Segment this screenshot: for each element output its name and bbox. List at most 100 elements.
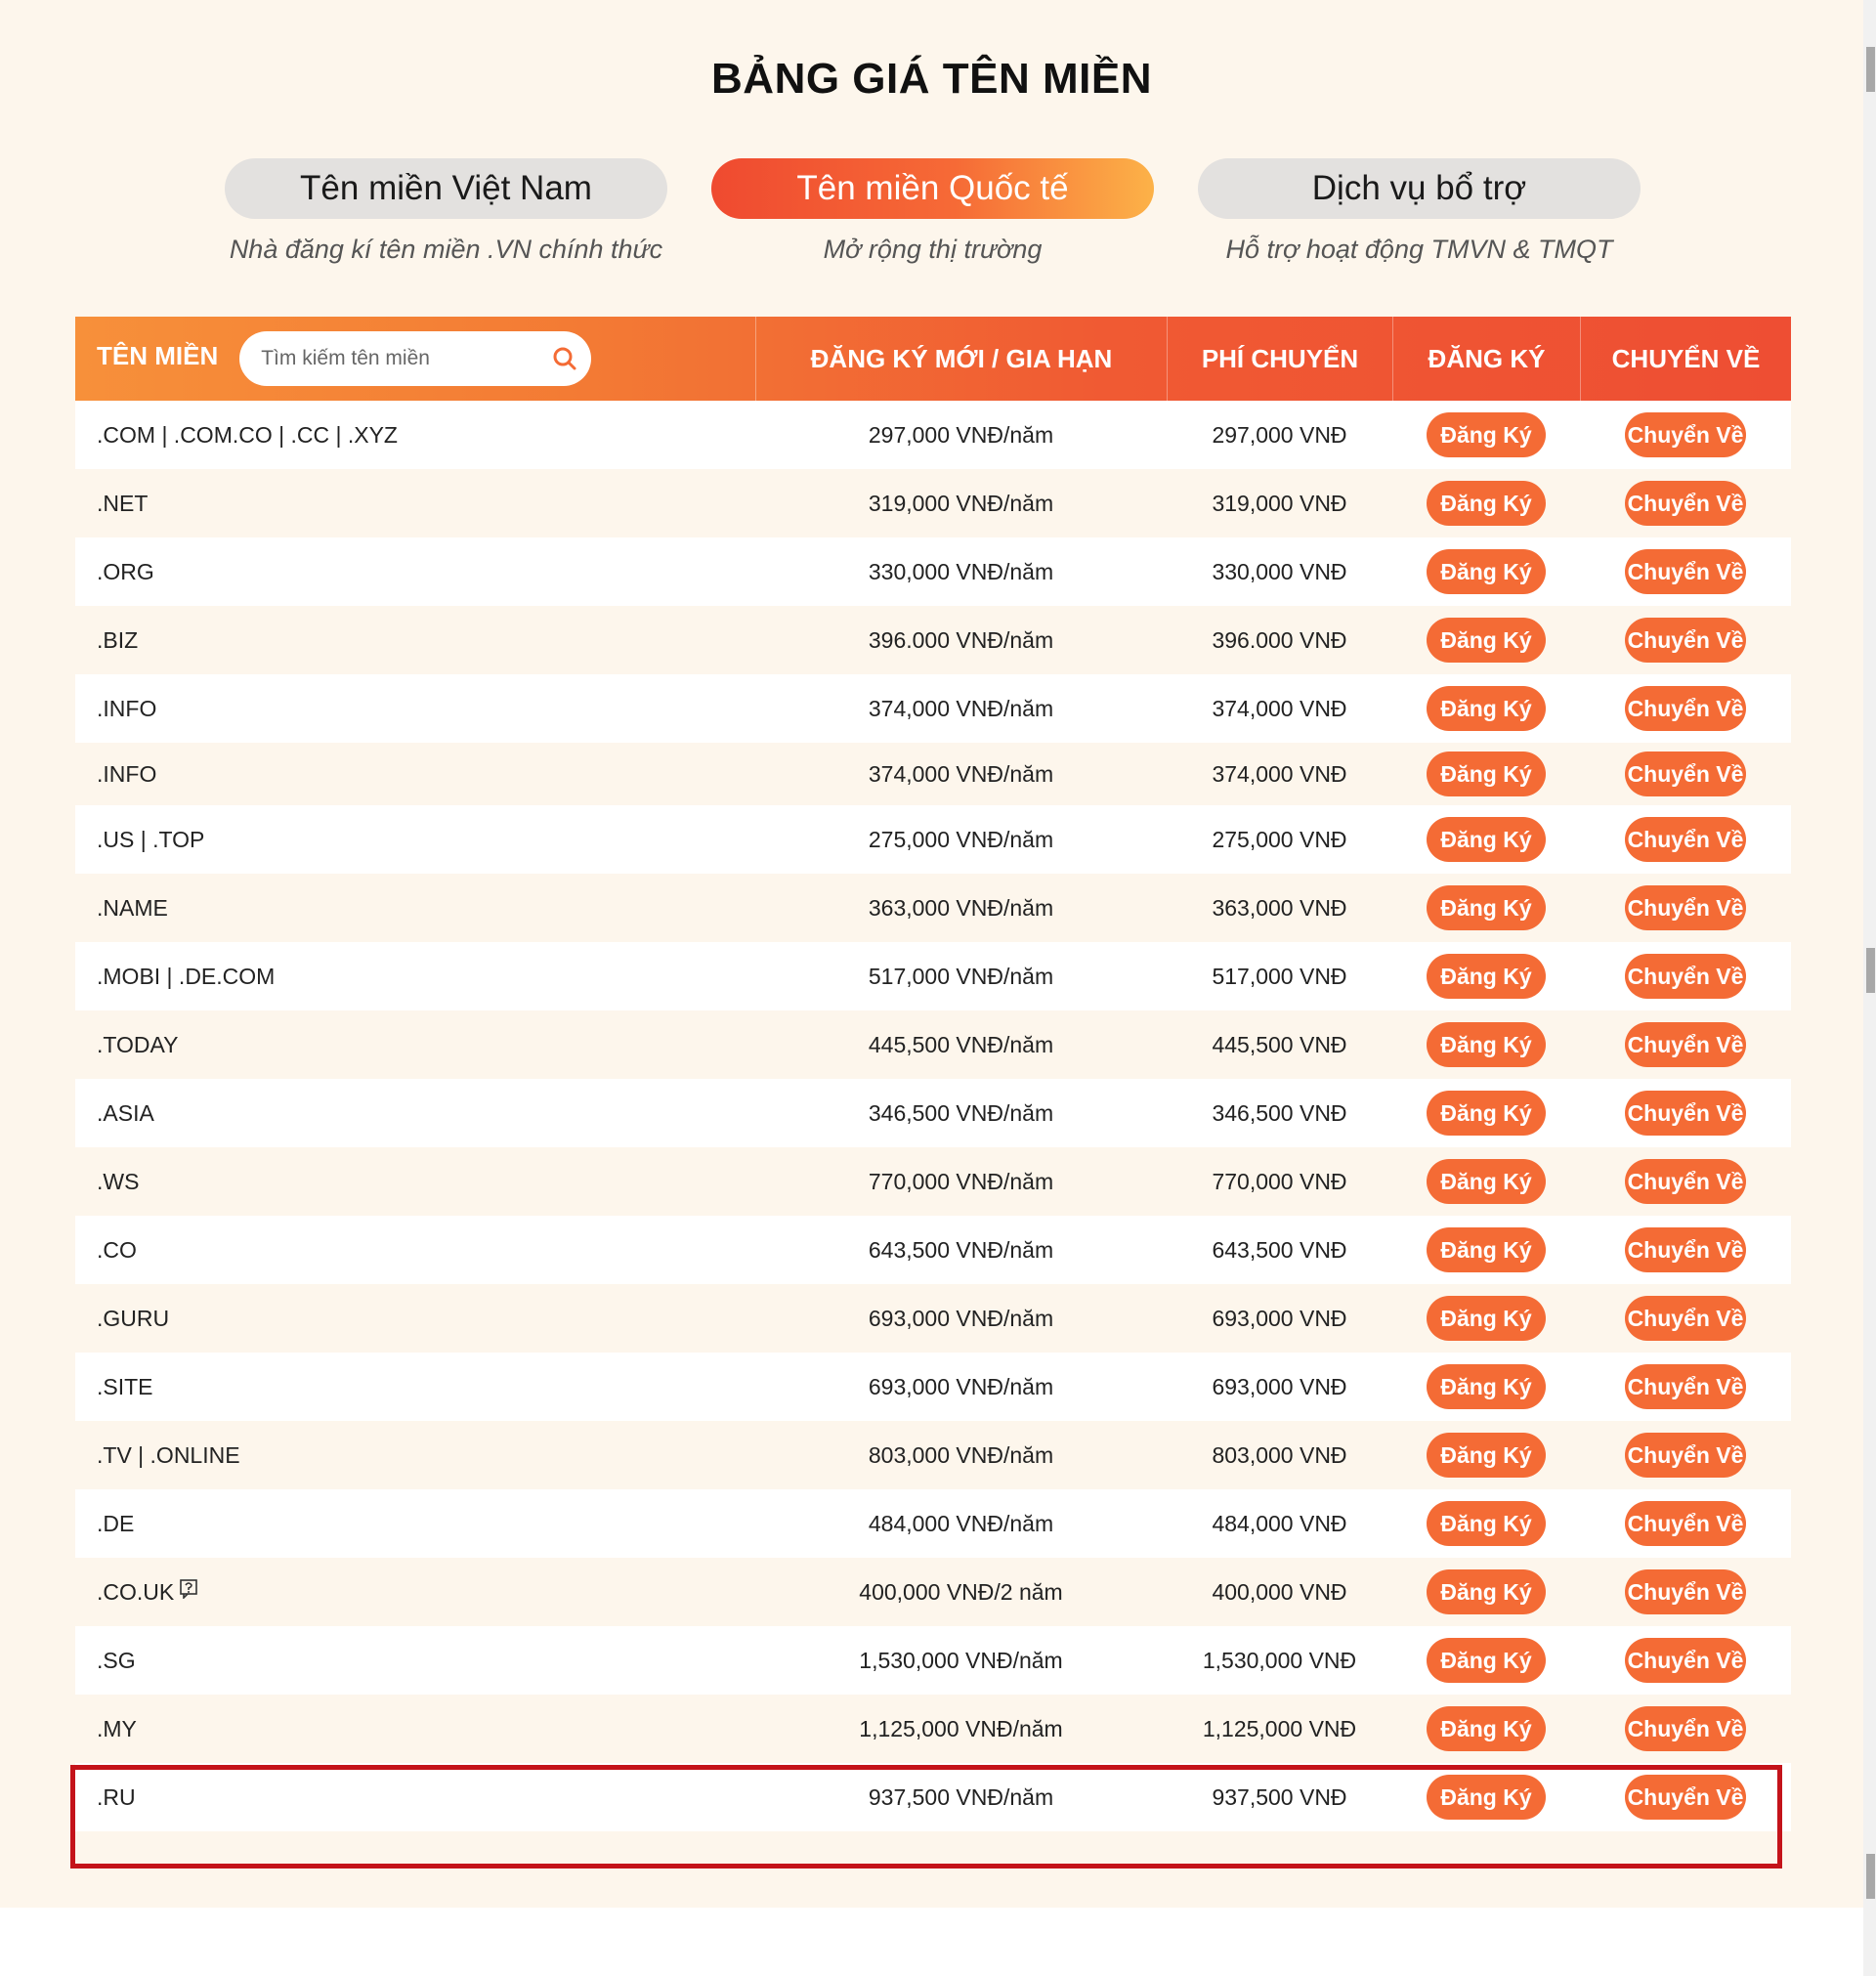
register-cell: Đăng Ký bbox=[1392, 817, 1580, 862]
tab-support-services[interactable]: Dịch vụ bổ trợ bbox=[1198, 158, 1641, 219]
domain-cell: .GURU bbox=[75, 1306, 755, 1332]
register-button[interactable]: Đăng Ký bbox=[1427, 412, 1546, 457]
register-button[interactable]: Đăng Ký bbox=[1427, 1227, 1546, 1272]
table-row: .DE484,000 VNĐ/năm484,000 VNĐĐăng KýChuy… bbox=[75, 1489, 1791, 1558]
domain-cell: .MY bbox=[75, 1716, 755, 1742]
transfer-button[interactable]: Chuyển Về bbox=[1625, 1638, 1746, 1683]
transfer-button[interactable]: Chuyển Về bbox=[1625, 481, 1746, 526]
header-transfer: CHUYỂN VỀ bbox=[1580, 317, 1791, 401]
domain-cell: .CO.UK bbox=[75, 1579, 755, 1606]
transfer-cell: Chuyển Về bbox=[1580, 1638, 1791, 1683]
domain-cell: .WS bbox=[75, 1169, 755, 1195]
price-cell: 400,000 VNĐ/2 năm bbox=[755, 1579, 1167, 1606]
transfer-fee-cell: 275,000 VNĐ bbox=[1167, 827, 1392, 853]
search-input[interactable] bbox=[239, 347, 533, 370]
transfer-button[interactable]: Chuyển Về bbox=[1625, 1775, 1746, 1820]
register-button[interactable]: Đăng Ký bbox=[1427, 885, 1546, 930]
search-box bbox=[239, 331, 591, 386]
scroll-marker bbox=[1866, 948, 1875, 993]
transfer-button[interactable]: Chuyển Về bbox=[1625, 1433, 1746, 1478]
register-cell: Đăng Ký bbox=[1392, 481, 1580, 526]
table-row: .ORG330,000 VNĐ/năm330,000 VNĐĐăng KýChu… bbox=[75, 537, 1791, 606]
tab-vietnam-domains[interactable]: Tên miền Việt Nam bbox=[225, 158, 667, 219]
register-button[interactable]: Đăng Ký bbox=[1427, 549, 1546, 594]
register-button[interactable]: Đăng Ký bbox=[1427, 1569, 1546, 1614]
transfer-fee-cell: 363,000 VNĐ bbox=[1167, 895, 1392, 922]
register-button[interactable]: Đăng Ký bbox=[1427, 1091, 1546, 1136]
register-cell: Đăng Ký bbox=[1392, 1091, 1580, 1136]
transfer-button[interactable]: Chuyển Về bbox=[1625, 412, 1746, 457]
transfer-fee-cell: 396.000 VNĐ bbox=[1167, 627, 1392, 654]
tab-subtitle: Hỗ trợ hoạt động TMVN & TMQT bbox=[1198, 235, 1641, 265]
transfer-button[interactable]: Chuyển Về bbox=[1625, 686, 1746, 731]
domain-cell: .SITE bbox=[75, 1374, 755, 1400]
register-button[interactable]: Đăng Ký bbox=[1427, 752, 1546, 796]
register-button[interactable]: Đăng Ký bbox=[1427, 686, 1546, 731]
register-button[interactable]: Đăng Ký bbox=[1427, 1706, 1546, 1751]
price-cell: 396.000 VNĐ/năm bbox=[755, 627, 1167, 654]
register-button[interactable]: Đăng Ký bbox=[1427, 1022, 1546, 1067]
transfer-button[interactable]: Chuyển Về bbox=[1625, 1159, 1746, 1204]
price-cell: 693,000 VNĐ/năm bbox=[755, 1374, 1167, 1400]
register-button[interactable]: Đăng Ký bbox=[1427, 1364, 1546, 1409]
domain-cell: .MOBI | .DE.COM bbox=[75, 964, 755, 990]
page-title: BẢNG GIÁ TÊN MIỀN bbox=[0, 55, 1863, 104]
transfer-button[interactable]: Chuyển Về bbox=[1625, 1364, 1746, 1409]
price-cell: 937,500 VNĐ/năm bbox=[755, 1784, 1167, 1811]
register-button[interactable]: Đăng Ký bbox=[1427, 618, 1546, 663]
transfer-button[interactable]: Chuyển Về bbox=[1625, 1569, 1746, 1614]
transfer-button[interactable]: Chuyển Về bbox=[1625, 1091, 1746, 1136]
table-header: TÊN MIỀN ĐĂNG KÝ MỚI / GIA HẠN PHÍ CHUYỂ… bbox=[75, 317, 1791, 401]
register-button[interactable]: Đăng Ký bbox=[1427, 954, 1546, 999]
transfer-button[interactable]: Chuyển Về bbox=[1625, 817, 1746, 862]
scrollbar[interactable] bbox=[1863, 0, 1876, 1976]
domain-price-table: TÊN MIỀN ĐĂNG KÝ MỚI / GIA HẠN PHÍ CHUYỂ… bbox=[75, 317, 1791, 1831]
transfer-button[interactable]: Chuyển Về bbox=[1625, 549, 1746, 594]
transfer-button[interactable]: Chuyển Về bbox=[1625, 1501, 1746, 1546]
transfer-button[interactable]: Chuyển Về bbox=[1625, 1706, 1746, 1751]
transfer-cell: Chuyển Về bbox=[1580, 752, 1791, 796]
register-button[interactable]: Đăng Ký bbox=[1427, 1775, 1546, 1820]
search-icon[interactable] bbox=[552, 346, 577, 371]
page-background: BẢNG GIÁ TÊN MIỀN Tên miền Việt Nam Nhà … bbox=[0, 0, 1863, 1908]
register-cell: Đăng Ký bbox=[1392, 1706, 1580, 1751]
transfer-button[interactable]: Chuyển Về bbox=[1625, 1227, 1746, 1272]
table-row: .TV | .ONLINE803,000 VNĐ/năm803,000 VNĐĐ… bbox=[75, 1421, 1791, 1489]
transfer-button[interactable]: Chuyển Về bbox=[1625, 954, 1746, 999]
transfer-button[interactable]: Chuyển Về bbox=[1625, 1022, 1746, 1067]
transfer-fee-cell: 643,500 VNĐ bbox=[1167, 1237, 1392, 1264]
register-button[interactable]: Đăng Ký bbox=[1427, 1638, 1546, 1683]
scroll-thumb[interactable] bbox=[1866, 47, 1875, 92]
tab-subtitle: Mở rộng thị trường bbox=[711, 235, 1154, 265]
domain-name: .NAME bbox=[97, 895, 168, 922]
domain-cell: .US | .TOP bbox=[75, 827, 755, 853]
register-button[interactable]: Đăng Ký bbox=[1427, 1501, 1546, 1546]
domain-cell: .CO bbox=[75, 1237, 755, 1264]
transfer-cell: Chuyển Về bbox=[1580, 1091, 1791, 1136]
register-cell: Đăng Ký bbox=[1392, 1433, 1580, 1478]
register-button[interactable]: Đăng Ký bbox=[1427, 1296, 1546, 1341]
transfer-button[interactable]: Chuyển Về bbox=[1625, 885, 1746, 930]
register-button[interactable]: Đăng Ký bbox=[1427, 481, 1546, 526]
domain-cell: .DE bbox=[75, 1511, 755, 1537]
table-row: .INFO374,000 VNĐ/năm374,000 VNĐĐăng KýCh… bbox=[75, 743, 1791, 805]
help-icon[interactable] bbox=[179, 1579, 198, 1599]
register-cell: Đăng Ký bbox=[1392, 752, 1580, 796]
transfer-cell: Chuyển Về bbox=[1580, 412, 1791, 457]
transfer-button[interactable]: Chuyển Về bbox=[1625, 1296, 1746, 1341]
price-cell: 297,000 VNĐ/năm bbox=[755, 422, 1167, 449]
header-domain: TÊN MIỀN bbox=[75, 317, 755, 401]
transfer-button[interactable]: Chuyển Về bbox=[1625, 618, 1746, 663]
register-button[interactable]: Đăng Ký bbox=[1427, 817, 1546, 862]
transfer-fee-cell: 346,500 VNĐ bbox=[1167, 1100, 1392, 1127]
domain-cell: .NET bbox=[75, 491, 755, 517]
register-cell: Đăng Ký bbox=[1392, 1227, 1580, 1272]
tab-international-domains[interactable]: Tên miền Quốc tế bbox=[711, 158, 1154, 219]
register-button[interactable]: Đăng Ký bbox=[1427, 1159, 1546, 1204]
transfer-cell: Chuyển Về bbox=[1580, 1706, 1791, 1751]
register-button[interactable]: Đăng Ký bbox=[1427, 1433, 1546, 1478]
domain-name: .US | .TOP bbox=[97, 827, 204, 853]
table-row: .ASIA346,500 VNĐ/năm346,500 VNĐĐăng KýCh… bbox=[75, 1079, 1791, 1147]
register-cell: Đăng Ký bbox=[1392, 412, 1580, 457]
transfer-button[interactable]: Chuyển Về bbox=[1625, 752, 1746, 796]
